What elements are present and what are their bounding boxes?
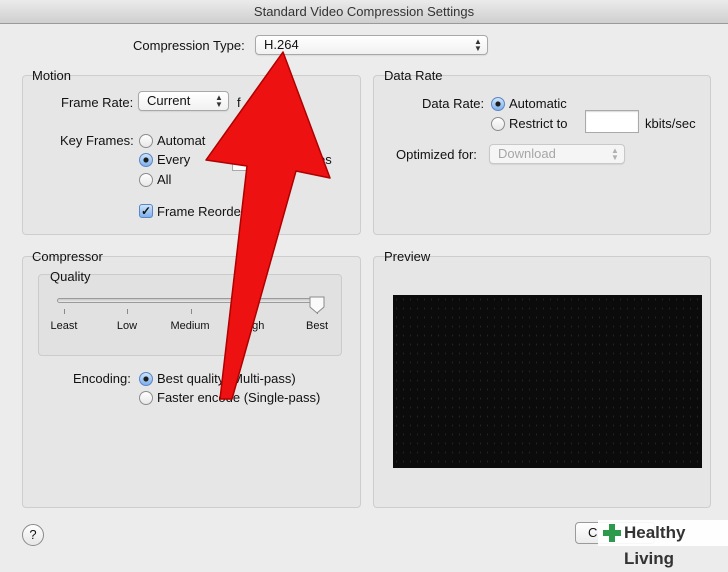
- motion-title: Motion: [32, 68, 72, 83]
- data-rate-automatic-label: Automatic: [509, 96, 567, 111]
- data-rate-label: Data Rate:: [422, 96, 485, 111]
- data-rate-restrict-radio[interactable]: [491, 117, 505, 131]
- frame-rate-suffix: f: [237, 95, 241, 110]
- health-cross-icon: [603, 524, 621, 542]
- quality-tick: [64, 309, 65, 314]
- quality-tick: [127, 309, 129, 314]
- quality-level-low: Low: [116, 320, 138, 332]
- key-frames-automatic-radio[interactable]: [139, 134, 153, 148]
- frame-rate-popup[interactable]: Current ▲ ▼: [138, 91, 229, 111]
- window-title: Standard Video Compression Settings: [0, 0, 728, 24]
- key-frames-label: Key Frames:: [60, 133, 134, 148]
- data-rate-title: Data Rate: [384, 68, 443, 83]
- encoding-multipass-label: Best quality (Multi-pass): [157, 371, 296, 386]
- quality-tick: [253, 309, 255, 314]
- compression-type-value: H.264: [264, 37, 299, 52]
- key-frames-all-radio[interactable]: [139, 173, 153, 187]
- data-rate-unit: kbits/sec: [645, 116, 696, 131]
- encoding-singlepass-label: Faster encode (Single-pass): [157, 390, 321, 405]
- encoding-multipass-radio[interactable]: [139, 372, 153, 386]
- preview-title: Preview: [384, 249, 431, 264]
- preview-image: [393, 295, 702, 468]
- quality-level-medium: Medium: [170, 320, 210, 332]
- frame-reorder-checkbox[interactable]: ✓: [139, 204, 153, 218]
- quality-tick: [190, 309, 192, 314]
- compression-type-label: Compression Type:: [133, 38, 245, 53]
- chevron-updown-icon: ▲ ▼: [611, 146, 619, 162]
- quality-box: [38, 274, 342, 356]
- frame-reorder-label: Frame Reorde: [157, 204, 241, 219]
- compression-type-popup[interactable]: H.264 ▲ ▼: [255, 35, 488, 55]
- optimized-for-popup[interactable]: Download ▲ ▼: [489, 144, 625, 164]
- quality-level-best: Best: [305, 320, 329, 332]
- quality-level-high: High: [241, 320, 265, 332]
- key-frames-every-suffix: es: [318, 152, 332, 167]
- optimized-for-value: Download: [498, 146, 556, 161]
- encoding-label: Encoding:: [73, 371, 131, 386]
- frame-rate-label: Frame Rate:: [61, 95, 134, 110]
- quality-slider-thumb[interactable]: [309, 296, 325, 314]
- key-frames-every-field[interactable]: 2: [232, 149, 287, 171]
- cancel-button-label: C: [588, 525, 598, 540]
- key-frames-every-radio[interactable]: [139, 153, 153, 167]
- key-frames-every-label: Every: [157, 152, 191, 167]
- watermark: Healthy Living: [598, 520, 728, 568]
- chevron-updown-icon: ▲ ▼: [474, 37, 482, 53]
- data-rate-restrict-label: Restrict to: [509, 116, 568, 131]
- help-button[interactable]: ?: [22, 524, 44, 546]
- frame-rate-value: Current: [147, 93, 191, 108]
- data-rate-automatic-radio[interactable]: [491, 97, 505, 111]
- data-rate-restrict-field[interactable]: [585, 110, 639, 133]
- encoding-singlepass-radio[interactable]: [139, 391, 153, 405]
- key-frames-automatic-label: Automat: [157, 133, 206, 148]
- chevron-updown-icon: ▲ ▼: [215, 93, 223, 109]
- compressor-title: Compressor: [32, 249, 103, 264]
- optimized-for-label: Optimized for:: [396, 147, 477, 162]
- quality-level-least: Least: [50, 320, 78, 332]
- question-icon: ?: [29, 527, 37, 542]
- key-frames-all-label: All: [157, 172, 172, 187]
- quality-slider-track[interactable]: [57, 298, 323, 303]
- quality-title: Quality: [50, 269, 91, 284]
